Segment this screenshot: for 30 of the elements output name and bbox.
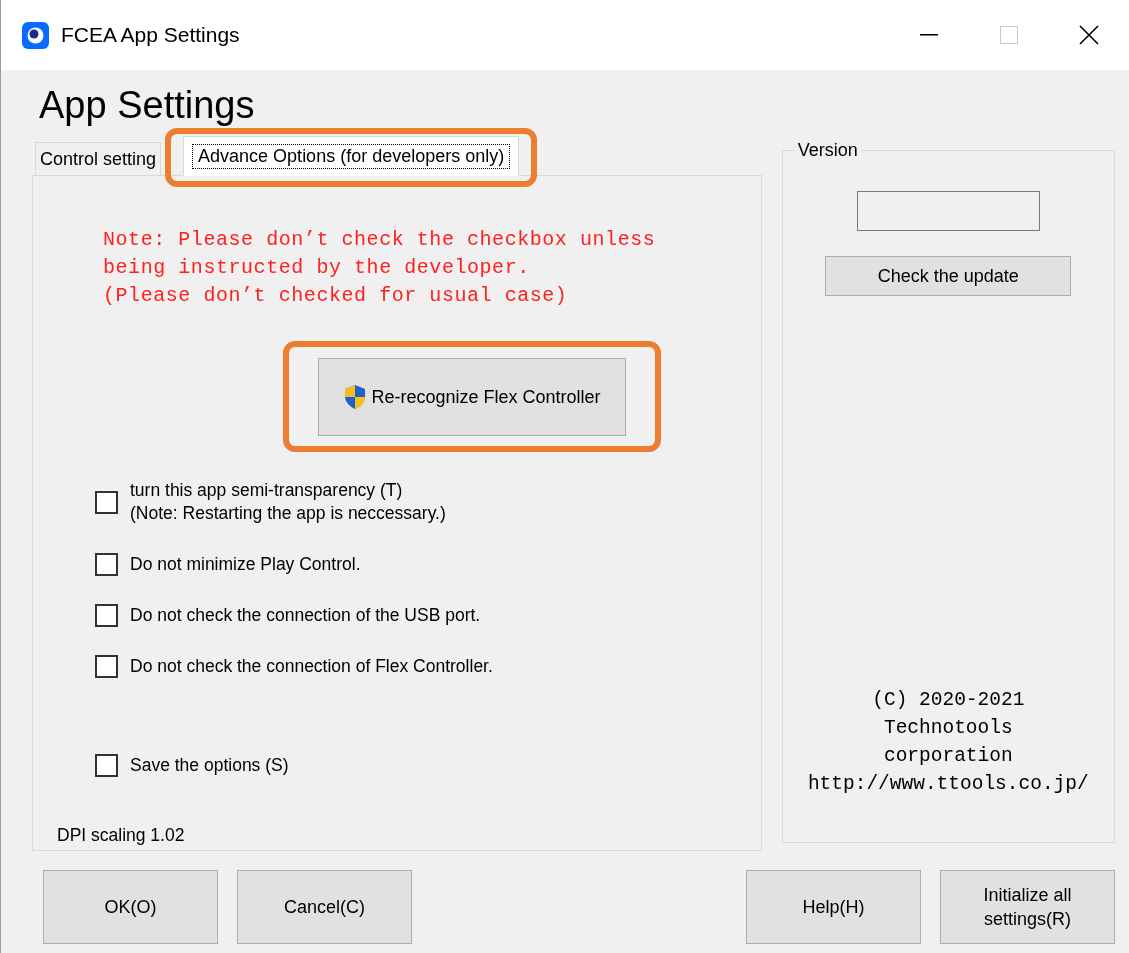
re-recognize-button[interactable]: Re-recognize Flex Controller [318, 358, 626, 436]
dpi-scaling-text: DPI scaling 1.02 [57, 825, 186, 846]
minimize-icon[interactable] [920, 34, 938, 36]
option-label: Save the options (S) [130, 754, 289, 777]
option-note: (Note: Restarting the app is neccessary.) [130, 502, 446, 525]
option-label: Do not check the connection of Flex Controller. [130, 655, 493, 678]
dialog-button[interactable]: OK(O) [43, 870, 218, 944]
check-update-button[interactable]: Check the update [825, 256, 1072, 296]
dialog-button[interactable]: Cancel(C) [237, 870, 412, 944]
checkbox[interactable] [95, 604, 118, 627]
checkbox[interactable] [95, 490, 118, 514]
option-label: Do not check the connection of the USB port. [130, 604, 481, 627]
dialog-button[interactable]: Help(H) [746, 870, 921, 944]
app-icon [22, 21, 49, 49]
tab[interactable]: Advance Options (for developers only) [183, 136, 520, 176]
checkbox[interactable] [95, 553, 118, 576]
warning-note: Note: Please don’t check the checkbox unless being instructed by the developer. (Please don’t checked for usual case) [103, 227, 657, 309]
option-label: Do not minimize Play Control. [130, 553, 361, 576]
checkbox[interactable] [95, 754, 118, 777]
page-heading: App Settings [39, 84, 256, 128]
dialog-button[interactable]: Initialize all settings(R) [940, 870, 1115, 944]
version-field[interactable] [856, 191, 1040, 231]
window-title: FCEA App Settings [61, 23, 241, 47]
version-legend: Version [794, 140, 861, 161]
option-label: turn this app semi-transparency (T) [130, 479, 404, 502]
checkbox[interactable] [95, 655, 118, 678]
tab[interactable]: Control setting [35, 142, 162, 176]
shield-icon [343, 384, 368, 410]
close-icon[interactable] [1079, 25, 1099, 45]
copyright-text: (C) 2020-2021 Technotools corporation http://www.ttools.co.jp/ [807, 688, 1089, 797]
